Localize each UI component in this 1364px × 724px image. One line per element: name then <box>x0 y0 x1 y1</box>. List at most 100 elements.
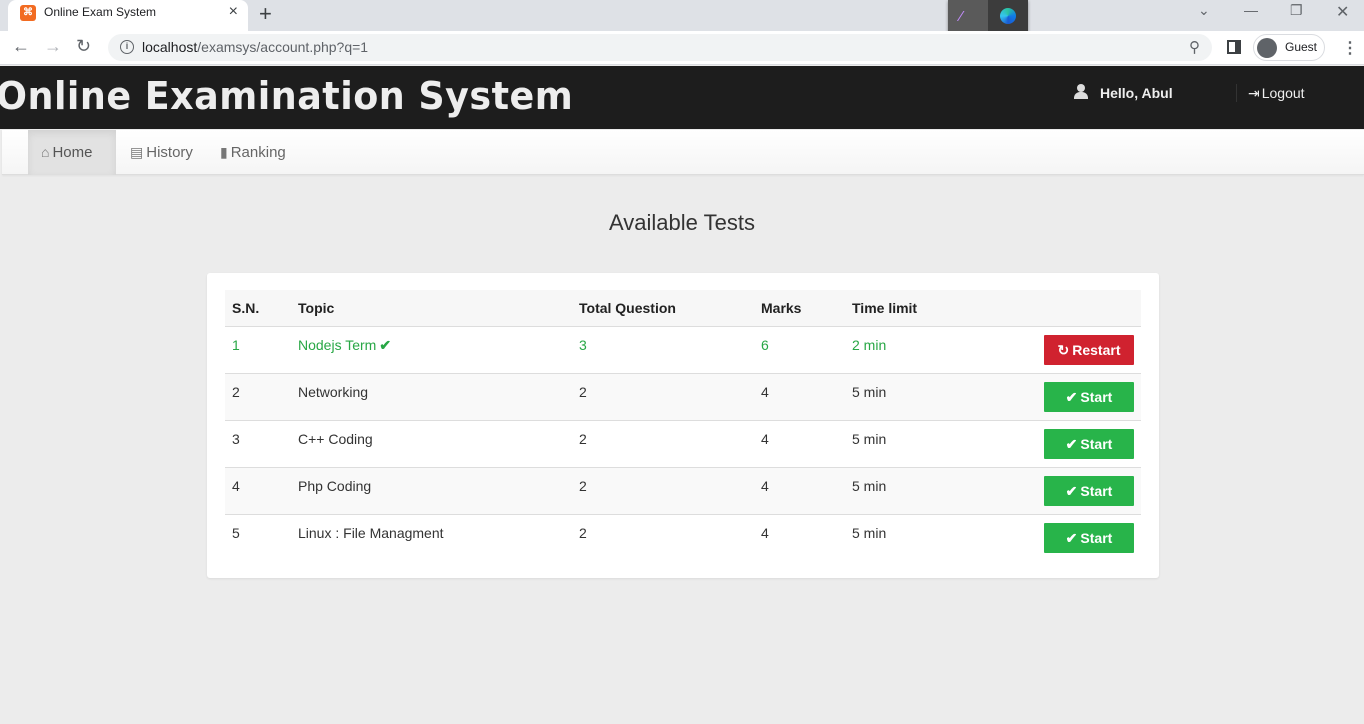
cell-sn: 4 <box>232 478 240 494</box>
logout-icon: ⇥ <box>1248 85 1260 101</box>
bar-chart-icon: ▮ <box>220 144 228 160</box>
cell-marks: 4 <box>761 384 769 400</box>
nav-history-label: History <box>146 144 193 161</box>
tab-search-icon[interactable]: ⌄ <box>1198 2 1210 19</box>
logout-label: Logout <box>1261 85 1305 101</box>
xampp-icon: ⌘ <box>20 5 36 21</box>
table-row: 3 C++ Coding 2 4 5 min ✔ Start <box>225 420 1141 467</box>
browser-tabstrip: ⌘ Online Exam System × + ⁄ ⌄ — ❐ ✕ <box>0 0 1364 35</box>
nav-home-label: Home <box>52 144 93 161</box>
url-text[interactable]: localhost/examsys/account.php?q=1 <box>142 39 368 55</box>
table-header: S.N. Topic Total Question Marks Time lim… <box>225 290 1141 326</box>
cell-total-question: 3 <box>579 337 587 353</box>
cell-total-question: 2 <box>579 384 587 400</box>
table-row: 1 Nodejs Term ✔ 3 6 2 min ↻ Restart <box>225 326 1141 373</box>
address-bar[interactable]: i localhost/examsys/account.php?q=1 ⚲ <box>108 34 1212 61</box>
tests-panel: S.N. Topic Total Question Marks Time lim… <box>207 273 1159 578</box>
main-nav: ⌂ Home ▤ History ▮ Ranking <box>2 130 1364 175</box>
greeting: Hello, Abul <box>1100 85 1173 101</box>
browser-tab[interactable]: ⌘ Online Exam System × <box>8 0 248 31</box>
restore-icon[interactable]: ❐ <box>1290 2 1303 19</box>
cell-marks: 4 <box>761 431 769 447</box>
check-icon: ✔ <box>1065 389 1078 405</box>
checkmark-icon: ✔ <box>379 337 392 353</box>
cell-time: 5 min <box>852 478 887 494</box>
feather-icon: ⁄ <box>960 8 963 25</box>
cell-sn: 3 <box>232 431 240 447</box>
url-host: localhost <box>142 39 198 55</box>
back-icon[interactable]: ← <box>12 36 30 57</box>
cell-topic: Nodejs Term ✔ <box>298 337 391 354</box>
cell-total-question: 2 <box>579 478 587 494</box>
extension-popup: ⁄ <box>948 0 1028 35</box>
start-label: Start <box>1080 483 1113 499</box>
check-icon: ✔ <box>1065 483 1078 499</box>
col-time-limit: Time limit <box>852 300 918 316</box>
profile-button[interactable]: Guest <box>1253 34 1325 61</box>
cell-topic: Linux : File Managment <box>298 525 444 541</box>
nav-ranking[interactable]: ▮ Ranking <box>206 130 306 175</box>
start-button[interactable]: ✔ Start <box>1044 382 1134 412</box>
check-icon: ✔ <box>1065 530 1078 546</box>
header-divider <box>1236 84 1237 102</box>
tab-title: Online Exam System <box>44 5 157 19</box>
cell-topic: Php Coding <box>298 478 372 494</box>
cell-marks: 4 <box>761 525 769 541</box>
cell-total-question: 2 <box>579 431 587 447</box>
browser-toolbar: ← → ↻ i localhost/examsys/account.php?q=… <box>0 31 1364 65</box>
user-icon <box>1074 84 1088 100</box>
start-button[interactable]: ✔ Start <box>1044 523 1134 553</box>
site-brand: Online Examination System <box>0 74 574 118</box>
table-row: 2 Networking 2 4 5 min ✔ Start <box>225 373 1141 420</box>
table-row: 4 Php Coding 2 4 5 min ✔ Start <box>225 467 1141 514</box>
cell-total-question: 2 <box>579 525 587 541</box>
reload-icon[interactable]: ↻ <box>76 36 91 57</box>
cell-time: 2 min <box>852 337 887 353</box>
page-title: Available Tests <box>609 210 755 235</box>
side-panel-icon[interactable] <box>1227 40 1241 54</box>
close-window-icon[interactable]: ✕ <box>1336 2 1349 22</box>
restart-button[interactable]: ↻ Restart <box>1044 335 1134 365</box>
cell-time: 5 min <box>852 431 887 447</box>
edge-icon <box>1000 8 1016 24</box>
tests-table: S.N. Topic Total Question Marks Time lim… <box>225 290 1141 561</box>
restart-icon: ↻ <box>1057 342 1070 358</box>
forward-icon[interactable]: → <box>44 36 62 57</box>
close-tab-icon[interactable]: × <box>229 3 238 21</box>
logout-link[interactable]: ⇥ Logout <box>1248 85 1305 102</box>
start-button[interactable]: ✔ Start <box>1044 476 1134 506</box>
extension-slot-1[interactable]: ⁄ <box>948 0 988 35</box>
cell-time: 5 min <box>852 384 887 400</box>
nav-home[interactable]: ⌂ Home <box>28 130 116 175</box>
info-icon[interactable]: i <box>120 40 134 54</box>
url-path: /examsys/account.php?q=1 <box>197 39 369 55</box>
menu-icon[interactable]: ⋮ <box>1342 38 1358 58</box>
zoom-icon[interactable]: ⚲ <box>1189 38 1200 56</box>
col-marks: Marks <box>761 300 802 316</box>
start-button[interactable]: ✔ Start <box>1044 429 1134 459</box>
extension-slot-2[interactable] <box>988 0 1028 35</box>
cell-marks: 6 <box>761 337 769 353</box>
list-icon: ▤ <box>130 144 144 160</box>
start-label: Start <box>1080 389 1113 405</box>
col-topic: Topic <box>298 300 335 316</box>
site-header: Online Examination System Hello, Abul ⇥ L… <box>0 66 1364 129</box>
start-label: Start <box>1080 436 1113 452</box>
start-label: Start <box>1080 530 1113 546</box>
avatar-icon <box>1257 38 1277 58</box>
cell-topic: C++ Coding <box>298 431 373 447</box>
col-sn: S.N. <box>232 300 260 316</box>
col-total-question: Total Question <box>579 300 676 316</box>
profile-label: Guest <box>1285 40 1318 54</box>
nav-ranking-label: Ranking <box>230 144 286 161</box>
cell-marks: 4 <box>761 478 769 494</box>
cell-sn: 2 <box>232 384 240 400</box>
home-icon: ⌂ <box>41 144 50 160</box>
restart-label: Restart <box>1072 342 1121 358</box>
table-row: 5 Linux : File Managment 2 4 5 min ✔ Star… <box>225 514 1141 561</box>
cell-sn: 1 <box>232 337 240 353</box>
nav-history[interactable]: ▤ History <box>116 130 206 175</box>
new-tab-icon[interactable]: + <box>259 1 272 27</box>
minimize-icon[interactable]: — <box>1244 2 1258 18</box>
cell-time: 5 min <box>852 525 887 541</box>
